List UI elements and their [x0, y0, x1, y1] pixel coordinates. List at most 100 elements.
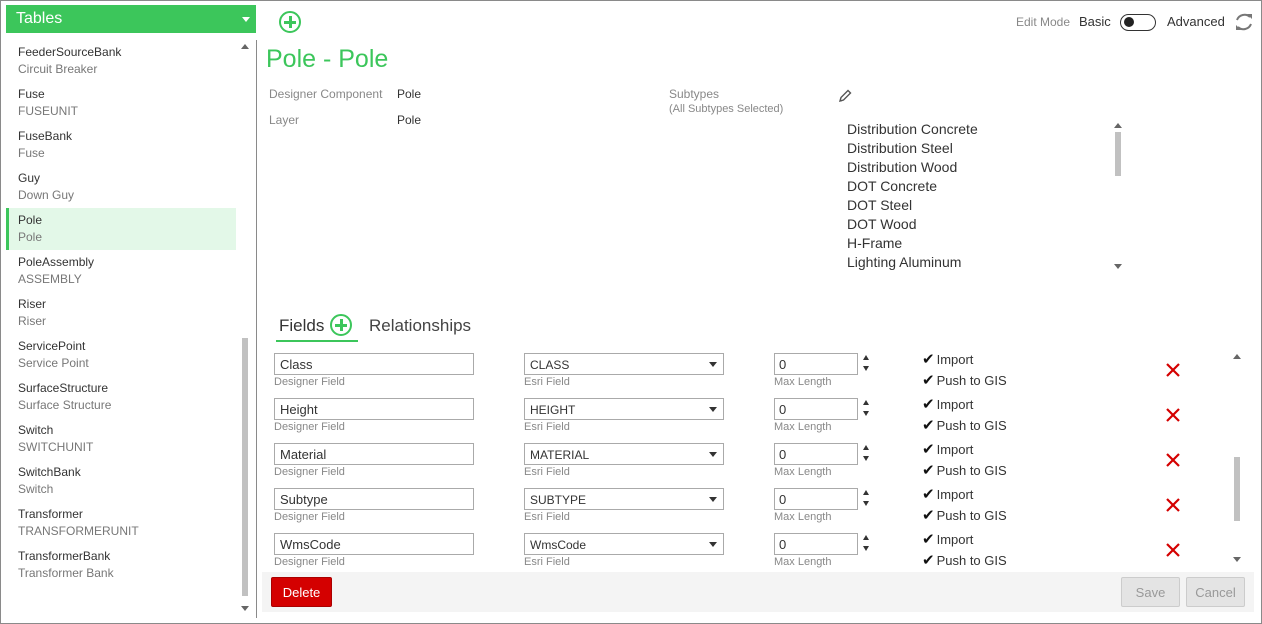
max-length-input[interactable]: 0: [774, 398, 858, 420]
import-checkbox[interactable]: ✔ Import: [922, 485, 973, 503]
spin-up-icon[interactable]: [863, 490, 869, 495]
save-button[interactable]: Save: [1121, 577, 1180, 607]
sidebar-item-transformerbank[interactable]: TransformerBank Transformer Bank: [6, 544, 236, 586]
esri-field-select[interactable]: SUBTYPE: [524, 488, 724, 510]
max-length-input[interactable]: 0: [774, 443, 858, 465]
fields-scrollbar[interactable]: [1232, 352, 1242, 564]
esri-field-select[interactable]: HEIGHT: [524, 398, 724, 420]
spin-up-icon[interactable]: [863, 355, 869, 360]
designer-field-input[interactable]: Subtype: [274, 488, 474, 510]
remove-field-icon[interactable]: [1164, 496, 1182, 514]
cancel-button[interactable]: Cancel: [1186, 577, 1245, 607]
field-row: Subtype Designer Field SUBTYPE Esri Field 0 M…: [262, 485, 1232, 530]
spin-up-icon[interactable]: [863, 535, 869, 540]
import-checkbox[interactable]: ✔ Import: [922, 395, 973, 413]
subtypes-note: (All Subtypes Selected): [669, 103, 784, 115]
push-to-gis-checkbox[interactable]: ✔ Push to GIS: [922, 371, 1007, 389]
sidebar-item-pole[interactable]: Pole Pole: [6, 208, 236, 250]
spin-up-icon[interactable]: [863, 400, 869, 405]
import-checkbox[interactable]: ✔ Import: [922, 440, 973, 458]
scroll-down-icon[interactable]: [241, 606, 249, 611]
max-length-hint: Max Length: [774, 511, 832, 523]
designer-field-input[interactable]: Class: [274, 353, 474, 375]
scroll-up-icon[interactable]: [1233, 354, 1241, 359]
max-length-input[interactable]: 0: [774, 533, 858, 555]
designer-field-input[interactable]: Material: [274, 443, 474, 465]
sidebar-item-name: Fuse: [18, 87, 45, 101]
spin-down-icon[interactable]: [863, 546, 869, 551]
scroll-thumb[interactable]: [1234, 457, 1240, 521]
subtype-option[interactable]: H-Frame: [845, 234, 1127, 253]
spin-down-icon[interactable]: [863, 501, 869, 506]
designer-field-input[interactable]: WmsCode: [274, 533, 474, 555]
max-length-input[interactable]: 0: [774, 353, 858, 375]
max-length-input[interactable]: 0: [774, 488, 858, 510]
spin-down-icon[interactable]: [863, 411, 869, 416]
sidebar-item-switchbank[interactable]: SwitchBank Switch: [6, 460, 236, 502]
subtypes-scrollbar[interactable]: [1113, 120, 1123, 272]
subtype-option[interactable]: Lighting Aluminum: [845, 253, 1127, 272]
subtype-option[interactable]: Distribution Concrete: [845, 120, 1127, 139]
esri-field-value: HEIGHT: [530, 403, 576, 417]
subtype-option[interactable]: DOT Steel: [845, 196, 1127, 215]
sidebar-item-feedersourcebank[interactable]: FeederSourceBank Circuit Breaker: [6, 40, 236, 82]
sidebar-scrollbar[interactable]: [240, 40, 250, 615]
push-to-gis-checkbox[interactable]: ✔ Push to GIS: [922, 461, 1007, 479]
designer-field-input[interactable]: Height: [274, 398, 474, 420]
tab-relationships[interactable]: Relationships: [369, 316, 471, 336]
import-label: Import: [936, 397, 974, 412]
spin-down-icon[interactable]: [863, 456, 869, 461]
subtype-option[interactable]: Distribution Wood: [845, 158, 1127, 177]
edit-mode-toggle[interactable]: [1120, 14, 1156, 31]
esri-field-select[interactable]: WmsCode: [524, 533, 724, 555]
push-to-gis-checkbox[interactable]: ✔ Push to GIS: [922, 551, 1007, 568]
sidebar-item-riser[interactable]: Riser Riser: [6, 292, 236, 334]
push-to-gis-checkbox[interactable]: ✔ Push to GIS: [922, 506, 1007, 524]
scroll-thumb[interactable]: [1115, 132, 1121, 176]
sidebar-item-switch[interactable]: Switch SWITCHUNIT: [6, 418, 236, 460]
refresh-icon[interactable]: [1233, 11, 1255, 33]
sidebar-item-name: Riser: [18, 297, 47, 311]
sidebar-item-subtitle: TRANSFORMERUNIT: [18, 524, 139, 538]
push-to-gis-checkbox[interactable]: ✔ Push to GIS: [922, 416, 1007, 434]
subtype-option[interactable]: DOT Wood: [845, 215, 1127, 234]
subtype-option[interactable]: DOT Concrete: [845, 177, 1127, 196]
spin-down-icon[interactable]: [863, 366, 869, 371]
push-to-gis-label: Push to GIS: [936, 508, 1007, 523]
remove-field-icon[interactable]: [1164, 361, 1182, 379]
sidebar-item-subtitle: ASSEMBLY: [18, 272, 82, 286]
esri-field-select[interactable]: CLASS: [524, 353, 724, 375]
sidebar-item-transformer[interactable]: Transformer TRANSFORMERUNIT: [6, 502, 236, 544]
remove-field-icon[interactable]: [1164, 406, 1182, 424]
sidebar-item-fuse[interactable]: Fuse FUSEUNIT: [6, 82, 236, 124]
scroll-up-icon[interactable]: [241, 44, 249, 49]
sidebar-item-surfacestructure[interactable]: SurfaceStructure Surface Structure: [6, 376, 236, 418]
esri-field-hint: Esri Field: [524, 466, 570, 478]
tab-fields[interactable]: Fields: [279, 316, 324, 336]
scroll-down-icon[interactable]: [1233, 557, 1241, 562]
remove-field-icon[interactable]: [1164, 541, 1182, 559]
sidebar-item-name: ServicePoint: [18, 339, 86, 353]
sidebar-item-guy[interactable]: Guy Down Guy: [6, 166, 236, 208]
import-checkbox[interactable]: ✔ Import: [922, 530, 973, 548]
scroll-thumb[interactable]: [242, 338, 248, 596]
sidebar-item-fusebank[interactable]: FuseBank Fuse: [6, 124, 236, 166]
sidebar-item-poleassembly[interactable]: PoleAssembly ASSEMBLY: [6, 250, 236, 292]
esri-field-select[interactable]: MATERIAL: [524, 443, 724, 465]
scroll-up-icon[interactable]: [1114, 123, 1122, 128]
scroll-down-icon[interactable]: [1114, 264, 1122, 269]
tables-dropdown[interactable]: Tables: [6, 5, 256, 33]
sidebar-item-servicepoint[interactable]: ServicePoint Service Point: [6, 334, 236, 376]
add-field-icon[interactable]: [330, 314, 352, 336]
edit-mode-label: Edit Mode: [1016, 15, 1071, 29]
edit-pencil-icon[interactable]: [837, 88, 853, 104]
spin-up-icon[interactable]: [863, 445, 869, 450]
delete-button[interactable]: Delete: [271, 577, 332, 607]
add-table-icon[interactable]: [279, 11, 301, 33]
subtypes-list[interactable]: Distribution Concrete Distribution Steel D…: [845, 120, 1127, 272]
chevron-down-icon: [709, 452, 717, 457]
subtype-option[interactable]: Distribution Steel: [845, 139, 1127, 158]
layer-label: Layer: [269, 113, 300, 127]
remove-field-icon[interactable]: [1164, 451, 1182, 469]
import-checkbox[interactable]: ✔ Import: [922, 350, 973, 368]
